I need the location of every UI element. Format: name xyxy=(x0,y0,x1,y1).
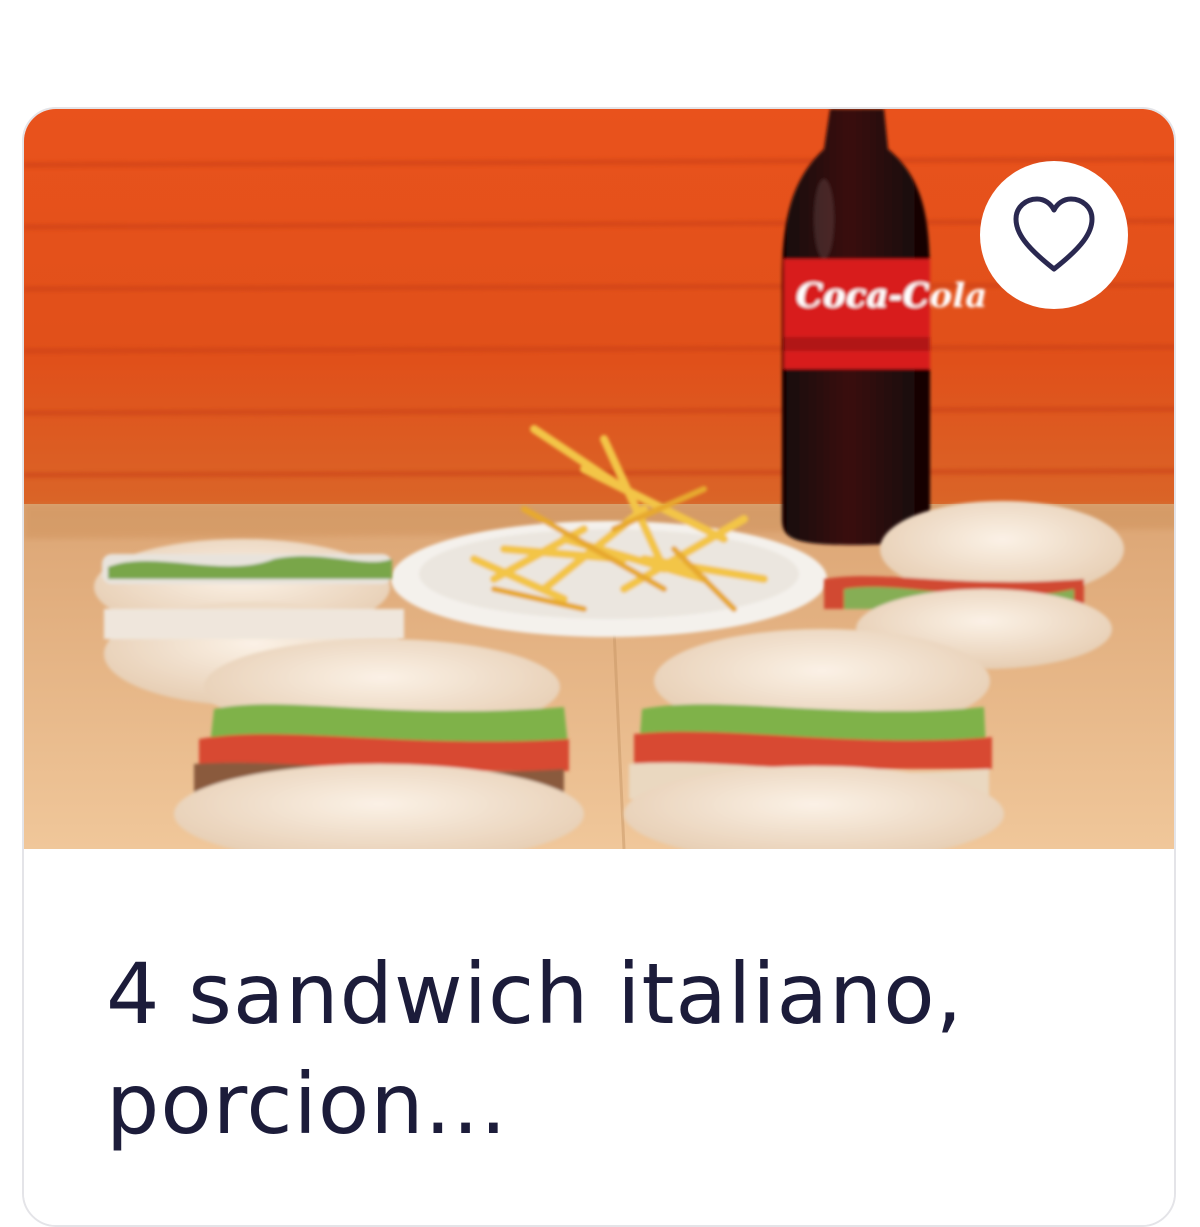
product-title[interactable]: 4 sandwich italiano, porcion... xyxy=(106,939,1106,1159)
heart-icon xyxy=(1013,196,1095,272)
svg-text:Coca-Cola: Coca-Cola xyxy=(796,276,987,316)
favorite-button[interactable] xyxy=(980,161,1128,309)
product-info: 4 sandwich italiano, porcion... xyxy=(24,849,1174,1225)
product-card[interactable]: Coca-Cola 4 sandwich italiano, porcion..… xyxy=(22,107,1176,1227)
